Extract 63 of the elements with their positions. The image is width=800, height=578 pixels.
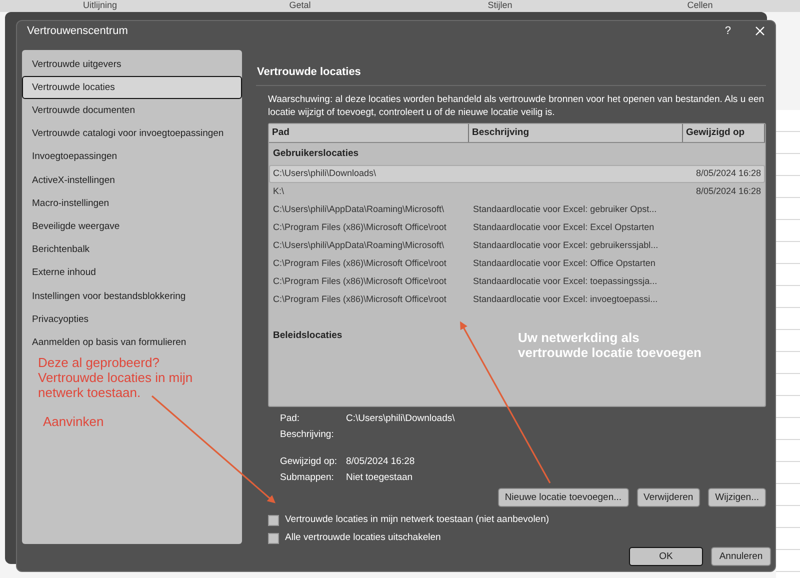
table-cell-text: Standaardlocatie voor Excel: Office Opstarten xyxy=(472,256,656,270)
table-cell-text: C:\Users\phili\Downloads\ xyxy=(272,166,378,180)
dialog-title: Vertrouwenscentrum xyxy=(27,24,128,39)
sidebar-item[interactable]: Instellingen voor bestandsblokkering xyxy=(22,284,242,308)
table-cell-text: Standaardlocatie voor Excel: invoegtoepassi... xyxy=(472,292,659,306)
sidebar-item[interactable]: Macro-instellingen xyxy=(22,192,242,215)
ribbon-group-label: Stijlen xyxy=(486,0,514,12)
sidebar-item[interactable]: Invoegtoepassingen xyxy=(22,145,242,169)
column-header[interactable]: Gewijzigd op xyxy=(683,124,765,142)
section-title: Vertrouwde locaties xyxy=(256,50,766,86)
table-row[interactable]: C:\Users\phili\Downloads\ 8/05/2024 16:28 xyxy=(269,164,765,182)
table-cell-text: Standaardlocatie voor Excel: gebruikerssjabl... xyxy=(472,238,660,252)
sidebar-item[interactable]: Vertrouwde documenten xyxy=(22,98,242,122)
table-cell-text: C:\Program Files (x86)\Microsoft Office\root xyxy=(272,220,448,234)
action-button[interactable]: Nieuwe locatie toevoegen... xyxy=(498,488,629,507)
checkbox[interactable] xyxy=(268,514,279,526)
checkbox-label[interactable]: Vertrouwde locaties in mijn netwerk toestaan (niet aanbevolen) xyxy=(285,512,550,528)
sidebar-item[interactable]: Vertrouwde locaties xyxy=(22,76,242,99)
table-cell-text: C:\Users\phili\AppData\Roaming\Microsoft\ xyxy=(272,202,446,216)
sidebar-item[interactable]: Vertrouwde uitgevers xyxy=(22,52,242,76)
group-heading: Beleidslocaties xyxy=(273,328,342,342)
annotation-text: Aanvinken xyxy=(43,414,104,429)
action-button[interactable]: Verwijderen xyxy=(636,488,700,507)
table-cell-text: Standaardlocatie voor Excel: Excel Opstarten xyxy=(472,220,656,234)
table-cell-text: C:\Program Files (x86)\Microsoft Office\root xyxy=(272,274,448,288)
warning-text: Waarschuwing: al deze locaties worden behandeld als vertrouwde bronnen voor het openen van bestanden. Als u een locatie wijzigt of toevoegt, controleert u of de nieuwe locatie veilig is. xyxy=(267,93,766,120)
help-button[interactable]: ? xyxy=(724,23,731,40)
checkbox[interactable] xyxy=(268,532,279,544)
sidebar-item[interactable]: Beveiligde weergave xyxy=(22,214,242,238)
detail-label: Beschrijving: xyxy=(280,428,335,441)
checkbox-label[interactable]: Alle vertrouwde locaties uitschakelen xyxy=(285,530,441,546)
table-cell-text: 8/05/2024 16:28 xyxy=(694,184,762,198)
dialog-button[interactable]: OK xyxy=(629,547,703,566)
ribbon-group-label: Getal xyxy=(288,0,312,12)
ribbon-group-label: Cellen xyxy=(686,0,714,12)
action-button[interactable]: Wijzigen... xyxy=(708,488,766,507)
detail-value: 8/05/2024 16:28 xyxy=(346,455,416,468)
sidebar-item[interactable]: Aanmelden op basis van formulieren xyxy=(22,330,242,354)
table-cell-text: C:\Program Files (x86)\Microsoft Office\root xyxy=(272,292,448,306)
table-cell-text: K:\ xyxy=(272,184,286,198)
table-cell-text: C:\Program Files (x86)\Microsoft Office\root xyxy=(272,256,448,270)
sidebar-item[interactable]: Privacyopties xyxy=(22,308,242,331)
close-icon[interactable] xyxy=(755,26,765,36)
sidebar-item[interactable]: Externe inhoud xyxy=(22,261,242,285)
sidebar-item[interactable]: Vertrouwde catalogi voor invoegtoepassingen xyxy=(22,122,242,146)
detail-label: Gewijzigd op: xyxy=(280,455,338,468)
sidebar-item[interactable]: Berichtenbalk xyxy=(22,238,242,262)
sidebar-item[interactable]: ActiveX-instellingen xyxy=(22,168,242,192)
table-cell-text: 8/05/2024 16:28 xyxy=(694,166,762,180)
table-cell-text: Standaardlocatie voor Excel: gebruiker Opst... xyxy=(472,202,658,216)
dialog-button[interactable]: Annuleren xyxy=(711,547,771,566)
annotation-text: Deze al geprobeerd? Vertrouwde locaties in mijn netwerk toestaan. xyxy=(38,355,193,400)
group-heading: Gebruikerslocaties xyxy=(273,147,359,162)
detail-value: C:\Users\phili\Downloads\ xyxy=(346,412,456,425)
column-header[interactable]: Beschrijving xyxy=(469,124,683,142)
detail-label: Submappen: xyxy=(280,471,335,484)
annotation-text: Uw netwerkding als vertrouwde locatie toevoegen xyxy=(518,330,702,360)
detail-value: Niet toegestaan xyxy=(346,471,414,484)
table-cell-text: C:\Users\phili\AppData\Roaming\Microsoft\ xyxy=(272,238,446,252)
ribbon-group-label: Uitlijning xyxy=(82,0,118,12)
table-cell-text: Standaardlocatie voor Excel: toepassingssja... xyxy=(472,274,658,288)
detail-label: Pad: xyxy=(280,412,301,425)
column-header[interactable]: Pad xyxy=(269,124,469,142)
